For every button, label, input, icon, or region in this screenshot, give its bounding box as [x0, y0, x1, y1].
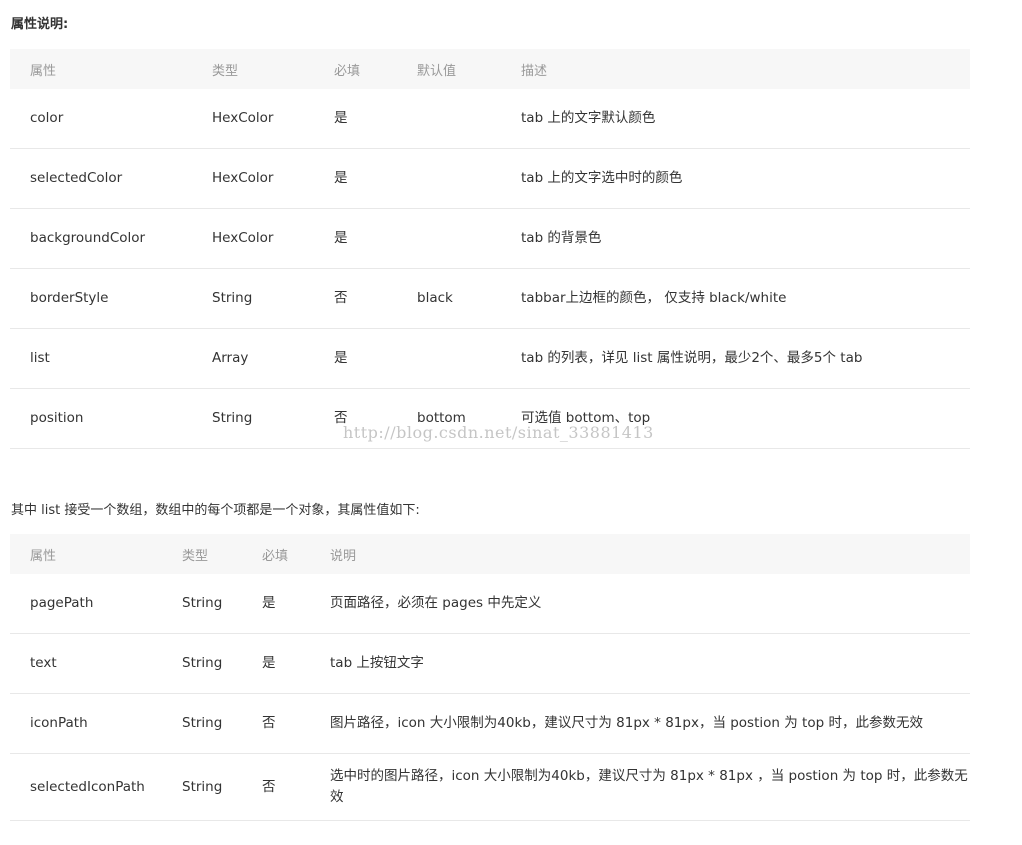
table-row: list Array 是 tab 的列表，详见 list 属性说明，最少2个、最… — [10, 328, 970, 389]
header-attribute: 属性 — [10, 534, 162, 574]
header-required: 必填 — [314, 49, 397, 89]
cell-type: String — [162, 633, 242, 694]
cell-default — [397, 89, 501, 149]
cell-default — [397, 328, 501, 389]
cell-attribute: pagePath — [10, 574, 162, 634]
table-row: position String 否 bottom 可选值 bottom、top — [10, 388, 970, 449]
cell-description: tab 上的文字选中时的颜色 — [501, 148, 970, 209]
cell-type: HexColor — [192, 208, 314, 269]
header-description: 说明 — [310, 534, 970, 574]
cell-required: 是 — [314, 208, 397, 269]
cell-required: 否 — [314, 268, 397, 329]
cell-type: String — [162, 574, 242, 634]
cell-type: String — [192, 388, 314, 449]
cell-attribute: backgroundColor — [10, 208, 192, 269]
cell-type: HexColor — [192, 148, 314, 209]
cell-required: 否 — [242, 753, 310, 821]
table-row: borderStyle String 否 black tabbar上边框的颜色，… — [10, 268, 970, 329]
cell-attribute: selectedIconPath — [10, 753, 162, 821]
header-attribute: 属性 — [10, 49, 192, 89]
tabbar-attributes-table: 属性 类型 必填 默认值 描述 color HexColor 是 tab 上的文… — [10, 49, 970, 449]
cell-type: HexColor — [192, 89, 314, 149]
cell-description: 可选值 bottom、top — [501, 388, 970, 449]
cell-required: 是 — [242, 633, 310, 694]
cell-type: String — [192, 268, 314, 329]
cell-description: 选中时的图片路径，icon 大小限制为40kb，建议尺寸为 81px * 81p… — [310, 753, 970, 821]
cell-default: black — [397, 268, 501, 329]
cell-description: tab 上的文字默认颜色 — [501, 89, 970, 149]
table-row: text String 是 tab 上按钮文字 — [10, 633, 970, 694]
list-item-attributes-table: 属性 类型 必填 说明 pagePath String 是 页面路径，必须在 p… — [10, 534, 970, 821]
table-row: iconPath String 否 图片路径，icon 大小限制为40kb，建议… — [10, 693, 970, 754]
cell-attribute: text — [10, 633, 162, 694]
header-type: 类型 — [192, 49, 314, 89]
table-row: selectedIconPath String 否 选中时的图片路径，icon … — [10, 753, 970, 821]
cell-default — [397, 148, 501, 209]
cell-attribute: borderStyle — [10, 268, 192, 329]
table-row: selectedColor HexColor 是 tab 上的文字选中时的颜色 — [10, 148, 970, 209]
cell-attribute: iconPath — [10, 693, 162, 754]
table-row: backgroundColor HexColor 是 tab 的背景色 — [10, 208, 970, 269]
cell-description: 图片路径，icon 大小限制为40kb，建议尺寸为 81px * 81px，当 … — [310, 693, 970, 754]
cell-attribute: list — [10, 328, 192, 389]
header-required: 必填 — [242, 534, 310, 574]
cell-default: bottom — [397, 388, 501, 449]
cell-required: 是 — [242, 574, 310, 634]
cell-description: 页面路径，必须在 pages 中先定义 — [310, 574, 970, 634]
cell-type: String — [162, 753, 242, 821]
header-description: 描述 — [501, 49, 970, 89]
cell-description: tab 的背景色 — [501, 208, 970, 269]
table-row: color HexColor 是 tab 上的文字默认颜色 — [10, 89, 970, 149]
cell-type: String — [162, 693, 242, 754]
cell-description: tab 上按钮文字 — [310, 633, 970, 694]
cell-required: 否 — [242, 693, 310, 754]
cell-required: 是 — [314, 328, 397, 389]
header-type: 类型 — [162, 534, 242, 574]
table-header-row: 属性 类型 必填 说明 — [10, 534, 970, 574]
cell-type: Array — [192, 328, 314, 389]
cell-attribute: selectedColor — [10, 148, 192, 209]
cell-required: 是 — [314, 89, 397, 149]
cell-attribute: position — [10, 388, 192, 449]
section-title: 属性说明: — [11, 17, 69, 32]
header-default: 默认值 — [397, 49, 501, 89]
cell-required: 否 — [314, 388, 397, 449]
cell-description: tabbar上边框的颜色， 仅支持 black/white — [501, 268, 970, 329]
cell-required: 是 — [314, 148, 397, 209]
list-intro-text: 其中 list 接受一个数组，数组中的每个项都是一个对象，其属性值如下: — [11, 503, 420, 518]
table-row: pagePath String 是 页面路径，必须在 pages 中先定义 — [10, 574, 970, 634]
cell-attribute: color — [10, 89, 192, 149]
table-header-row: 属性 类型 必填 默认值 描述 — [10, 49, 970, 89]
cell-description: tab 的列表，详见 list 属性说明，最少2个、最多5个 tab — [501, 328, 970, 389]
cell-default — [397, 208, 501, 269]
